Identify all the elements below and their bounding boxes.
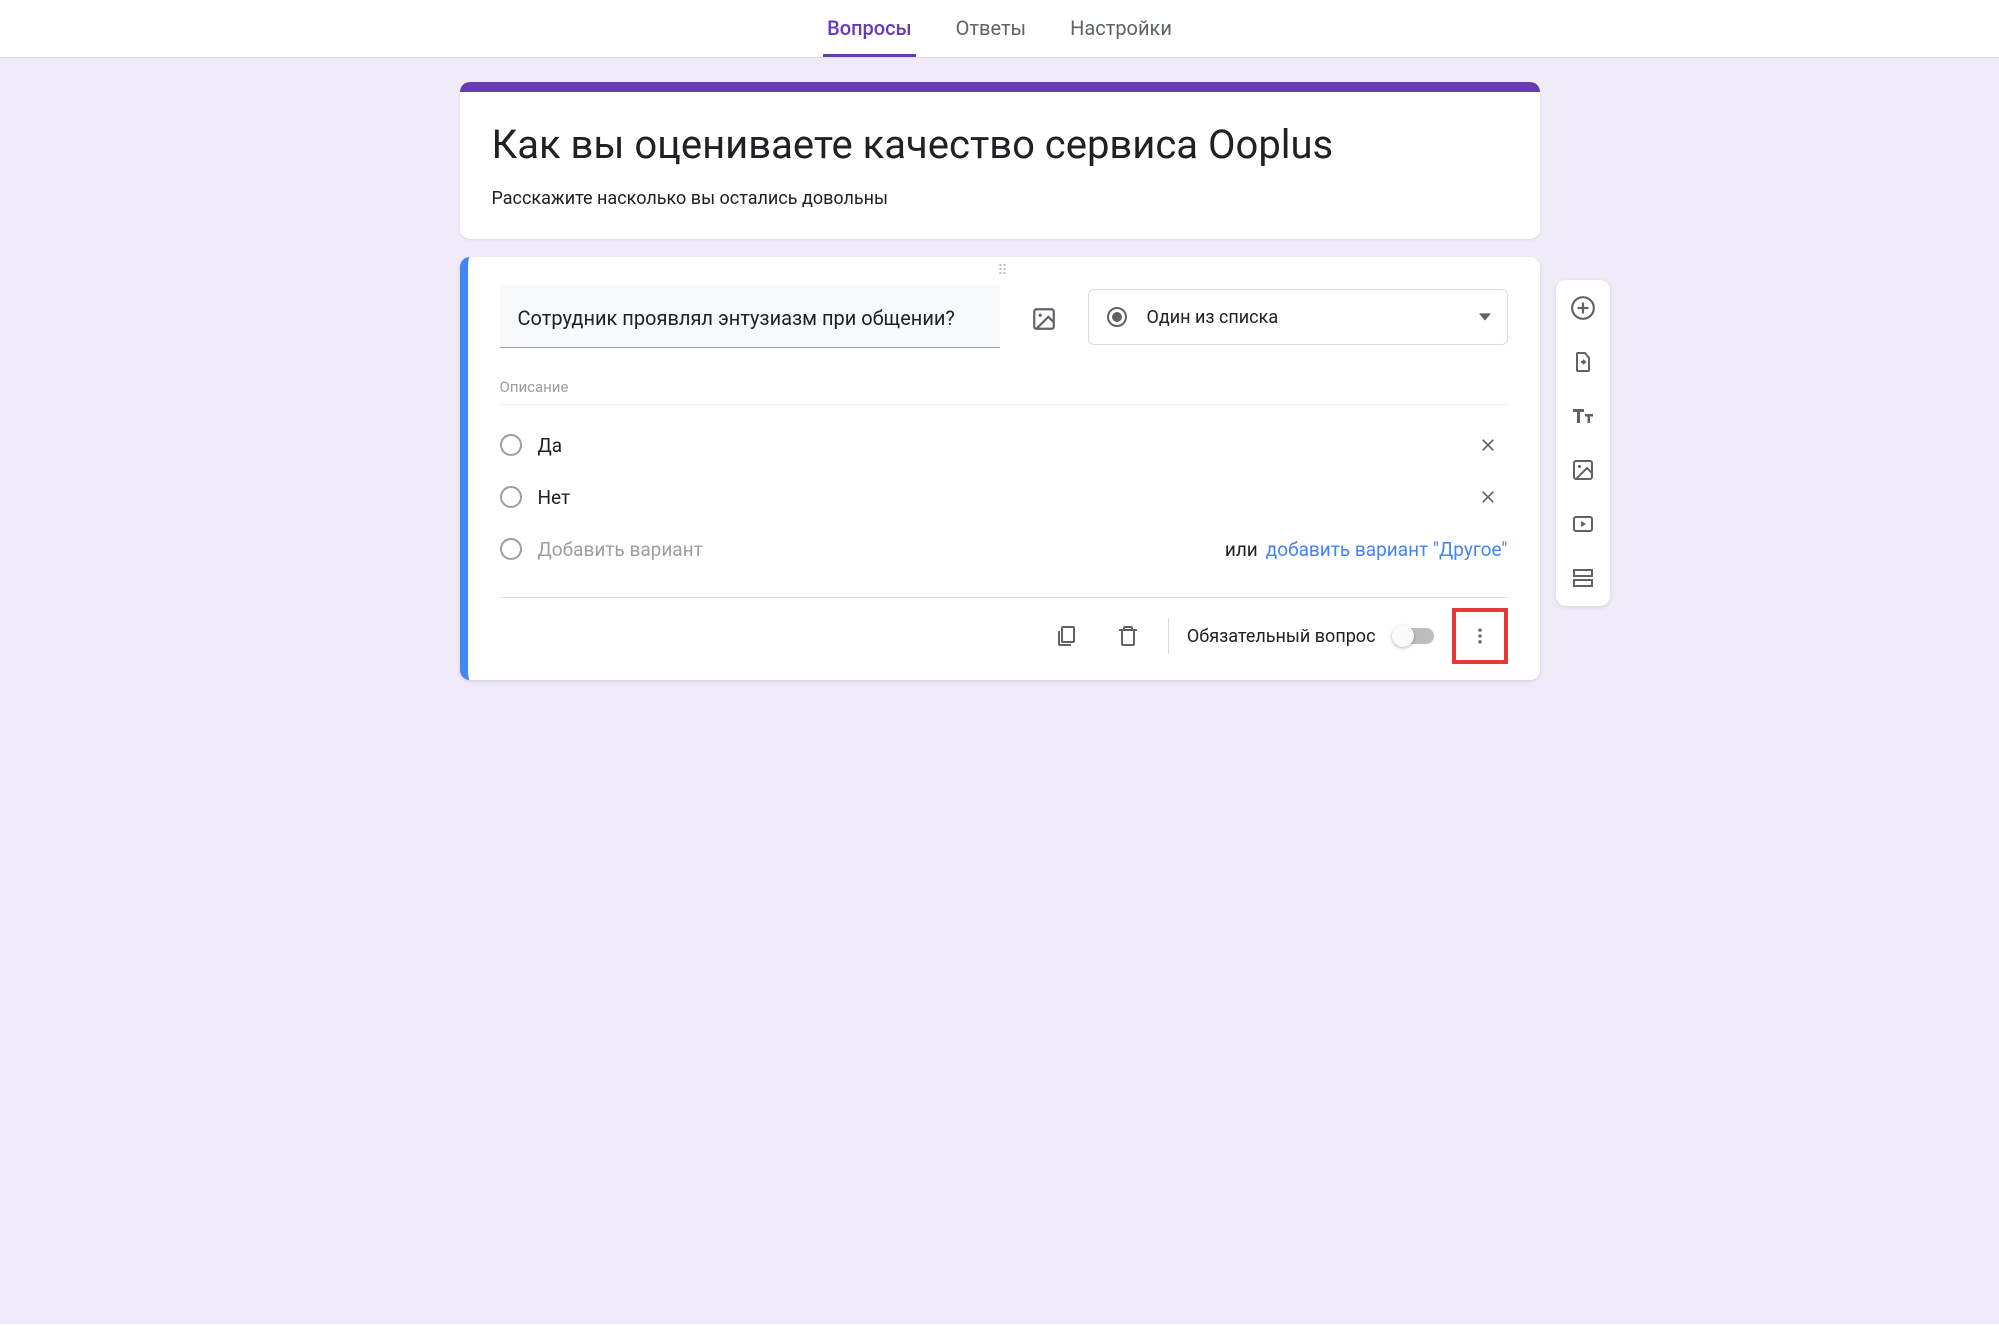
or-text: или	[1225, 538, 1258, 561]
option-input[interactable]: Да	[538, 434, 1468, 457]
add-option-row: Добавить вариант или добавить вариант "Д…	[500, 523, 1508, 575]
add-title-section-button[interactable]	[1565, 398, 1601, 434]
question-footer: Обязательный вопрос	[500, 597, 1508, 680]
duplicate-question-button[interactable]	[1044, 614, 1088, 658]
option-row: Да	[500, 419, 1508, 471]
radio-circle-icon	[500, 486, 522, 508]
options-list: Да Нет Добавить вариант или доба	[468, 405, 1540, 581]
required-label: Обязательный вопрос	[1187, 626, 1376, 647]
more-options-button[interactable]	[1458, 614, 1502, 658]
required-toggle[interactable]	[1394, 628, 1434, 644]
form-canvas: Как вы оцениваете качество сервиса Ooplu…	[0, 58, 1999, 1324]
highlight-annotation	[1452, 608, 1508, 664]
add-question-button[interactable]	[1565, 290, 1601, 326]
tab-settings[interactable]: Настройки	[1066, 0, 1176, 57]
video-icon	[1571, 512, 1595, 536]
title-icon	[1571, 404, 1595, 428]
close-icon	[1478, 487, 1498, 507]
drag-handle-icon[interactable]: ⠿	[468, 257, 1540, 281]
question-type-label: Один из списка	[1147, 307, 1479, 328]
chevron-down-icon	[1479, 311, 1491, 323]
tab-questions[interactable]: Вопросы	[823, 0, 916, 57]
remove-option-button[interactable]	[1468, 477, 1508, 517]
image-icon	[1571, 458, 1595, 482]
tab-responses[interactable]: Ответы	[952, 0, 1030, 57]
add-image-to-question-button[interactable]	[1020, 295, 1068, 343]
image-icon	[1031, 306, 1057, 332]
option-row: Нет	[500, 471, 1508, 523]
import-icon	[1571, 350, 1595, 374]
radio-circle-icon	[500, 538, 522, 560]
add-option-button[interactable]: Добавить вариант	[538, 538, 1217, 561]
remove-option-button[interactable]	[1468, 425, 1508, 465]
delete-question-button[interactable]	[1106, 614, 1150, 658]
close-icon	[1478, 435, 1498, 455]
copy-icon	[1054, 624, 1078, 648]
question-type-dropdown[interactable]: Один из списка	[1088, 289, 1508, 345]
question-title-input[interactable]: Сотрудник проявлял энтузиазм при общении…	[500, 285, 1000, 348]
add-video-button[interactable]	[1565, 506, 1601, 542]
form-header-card[interactable]: Как вы оцениваете качество сервиса Ooplu…	[460, 82, 1540, 239]
add-section-button[interactable]	[1565, 560, 1601, 596]
section-icon	[1571, 566, 1595, 590]
question-card: ⠿ Сотрудник проявлял энтузиазм при общен…	[460, 257, 1540, 680]
radio-circle-icon	[500, 434, 522, 456]
radio-icon	[1105, 305, 1129, 329]
add-other-option-button[interactable]: добавить вариант "Другое"	[1266, 538, 1508, 561]
more-vert-icon	[1470, 626, 1490, 646]
form-title[interactable]: Как вы оцениваете качество сервиса Ooplu…	[492, 120, 1508, 170]
add-image-button[interactable]	[1565, 452, 1601, 488]
plus-circle-icon	[1570, 295, 1596, 321]
side-toolbar	[1556, 280, 1610, 606]
tabs-bar: Вопросы Ответы Настройки	[0, 0, 1999, 58]
question-description-input[interactable]: Описание	[500, 360, 1508, 405]
trash-icon	[1116, 624, 1140, 648]
import-questions-button[interactable]	[1565, 344, 1601, 380]
option-input[interactable]: Нет	[538, 486, 1468, 509]
divider	[1168, 618, 1169, 654]
form-description[interactable]: Расскажите насколько вы остались довольн…	[492, 188, 1508, 209]
